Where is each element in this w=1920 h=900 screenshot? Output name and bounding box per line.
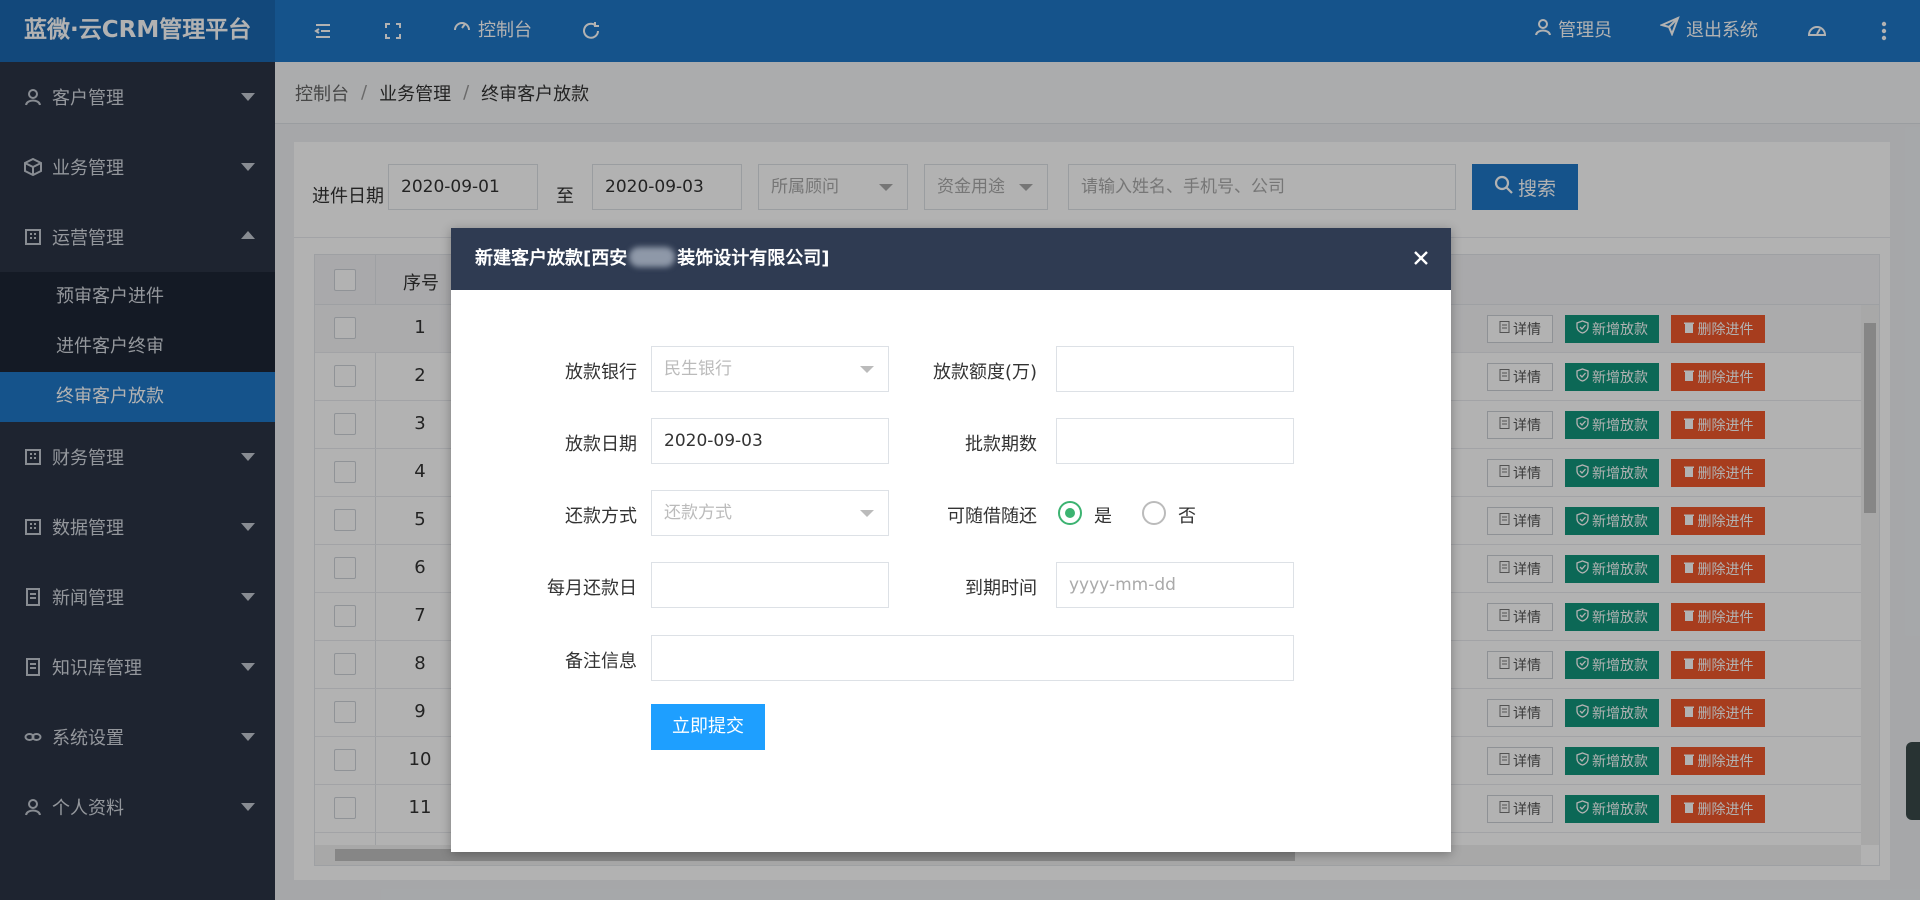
repay-method-select[interactable]: 还款方式: [651, 490, 889, 536]
remark-label: 备注信息: [565, 651, 637, 672]
redacted-text: [629, 247, 676, 267]
repay-method-placeholder: 还款方式: [664, 503, 732, 523]
new-loan-dialog: 新建客户放款[西安 装饰设计有限公司] 放款银行 民生银行 放款额度(万) 放款日…: [451, 228, 1451, 852]
anytime-no-radio[interactable]: [1142, 501, 1166, 525]
period-input[interactable]: [1056, 418, 1294, 464]
monthly-day-input[interactable]: [651, 562, 889, 608]
bank-select[interactable]: 民生银行: [651, 346, 889, 392]
close-icon[interactable]: [1409, 246, 1433, 270]
remark-input[interactable]: [651, 635, 1294, 681]
chevron-down-icon: [860, 366, 874, 373]
repay-method-label: 还款方式: [565, 506, 637, 527]
chevron-down-icon: [860, 510, 874, 517]
anytime-no-label[interactable]: 否: [1178, 502, 1196, 528]
anytime-repay-label: 可随借随还: [947, 506, 1037, 527]
amount-label: 放款额度(万): [932, 362, 1037, 383]
submit-button[interactable]: 立即提交: [651, 704, 765, 750]
bank-select-value: 民生银行: [664, 359, 732, 379]
amount-input[interactable]: [1056, 346, 1294, 392]
bank-label: 放款银行: [565, 362, 637, 383]
due-date-label: 到期时间: [965, 578, 1037, 599]
period-label: 批款期数: [965, 434, 1037, 455]
anytime-yes-label[interactable]: 是: [1094, 502, 1112, 528]
loan-date-input[interactable]: 2020-09-03: [651, 418, 889, 464]
loan-date-label: 放款日期: [565, 434, 637, 455]
dialog-title-suffix: 装饰设计有限公司]: [677, 248, 830, 269]
dialog-title: 新建客户放款[西安 装饰设计有限公司]: [451, 228, 1451, 290]
due-date-input[interactable]: yyyy-mm-dd: [1056, 562, 1294, 608]
monthly-day-label: 每月还款日: [547, 578, 637, 599]
dialog-title-prefix: 新建客户放款[西安: [475, 248, 628, 269]
anytime-yes-radio[interactable]: [1058, 501, 1082, 525]
